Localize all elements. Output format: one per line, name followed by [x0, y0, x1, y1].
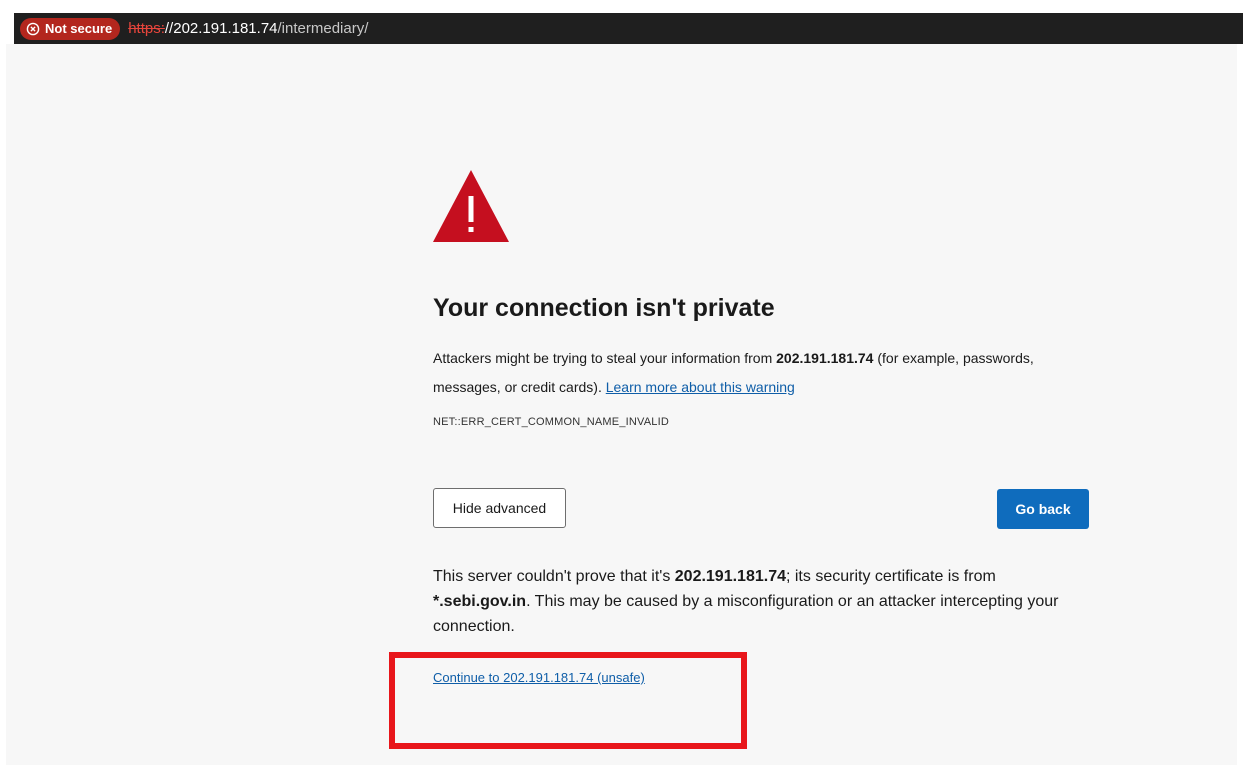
url-separator: //	[164, 20, 174, 37]
not-secure-label: Not secure	[45, 21, 113, 36]
error-code: NET::ERR_CERT_COMMON_NAME_INVALID	[433, 416, 670, 428]
hide-advanced-button[interactable]: Hide advanced	[433, 488, 566, 528]
interstitial-page	[6, 44, 1237, 765]
url-scheme: https:	[128, 20, 165, 37]
description-host: 202.191.181.74	[776, 350, 874, 366]
warning-triangle-icon	[433, 170, 509, 242]
url-path: /intermediary/	[277, 20, 369, 37]
warning-description: Attackers might be trying to steal your …	[433, 344, 1073, 402]
address-bar[interactable]: Not secure https://202.191.181.74/interm…	[14, 13, 1243, 44]
url-text[interactable]: https://202.191.181.74/intermediary/	[128, 20, 368, 37]
browser-top-bar: Not secure https://202.191.181.74/interm…	[0, 0, 1243, 44]
url-host: 202.191.181.74	[173, 20, 278, 37]
page-title: Your connection isn't private	[433, 294, 775, 322]
not-secure-badge[interactable]: Not secure	[20, 17, 121, 40]
description-text: Attackers might be trying to steal your …	[433, 350, 777, 366]
advanced-text: This server couldn't prove that it's	[433, 568, 675, 585]
continue-unsafe-link[interactable]: Continue to 202.191.181.74 (unsafe)	[433, 670, 645, 685]
advanced-host: 202.191.181.74	[674, 568, 786, 585]
learn-more-link[interactable]: Learn more about this warning	[606, 379, 795, 395]
shield-x-icon	[26, 22, 40, 36]
advanced-text-2: ; its security certificate is from	[785, 568, 996, 585]
advanced-text-3: . This may be caused by a misconfigurati…	[433, 593, 1059, 635]
go-back-button[interactable]: Go back	[997, 489, 1089, 529]
certificate-domain: *.sebi.gov.in	[433, 593, 527, 610]
advanced-description: This server couldn't prove that it's 202…	[433, 564, 1083, 639]
